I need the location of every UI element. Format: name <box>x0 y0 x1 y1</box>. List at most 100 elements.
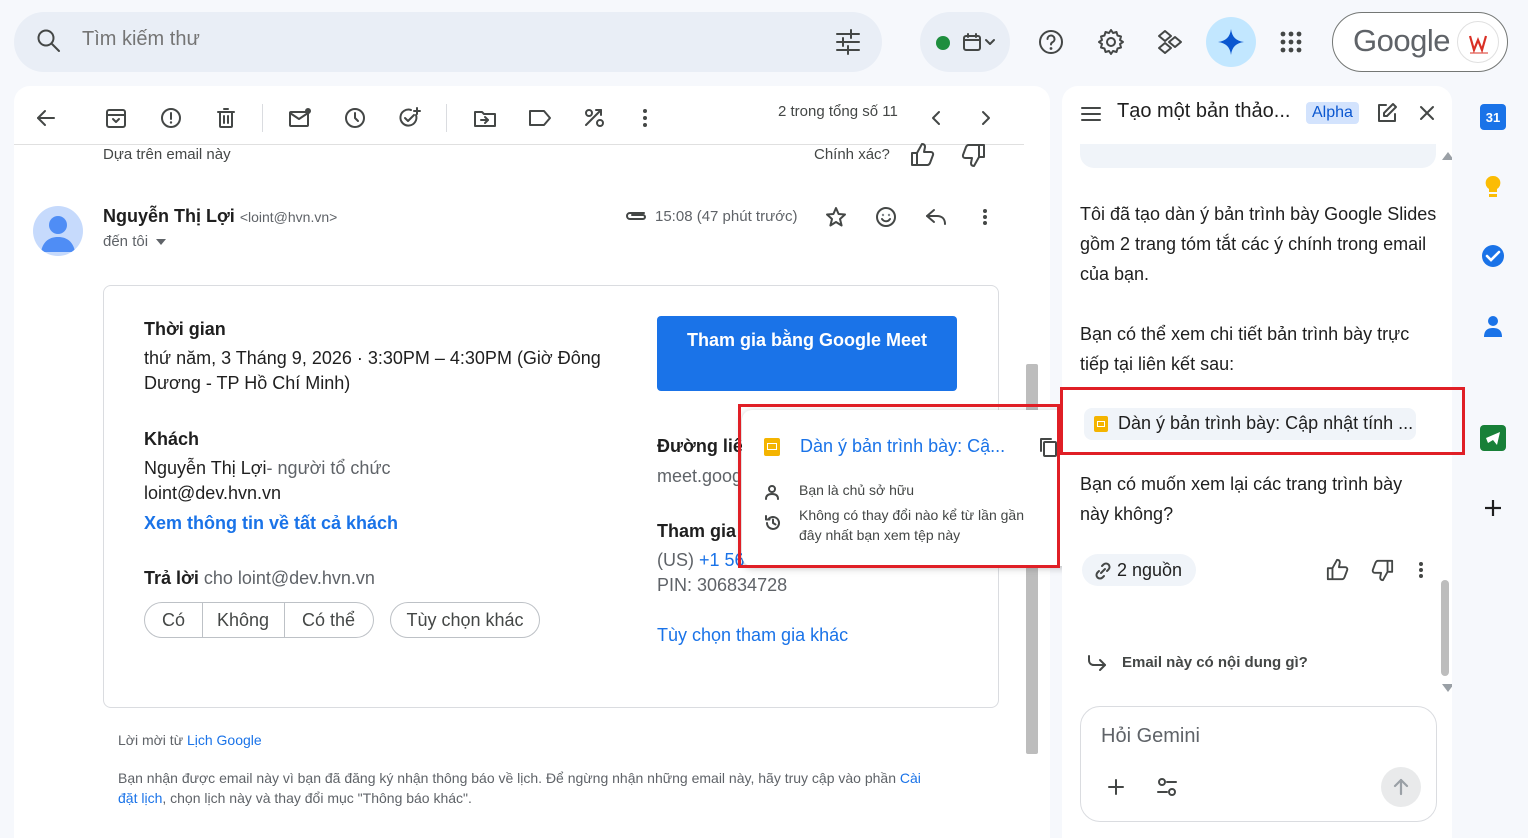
addon-app-icon[interactable] <box>1480 425 1506 451</box>
google-logo: Google <box>1353 23 1450 58</box>
scroll-up-arrow-icon[interactable] <box>1442 152 1452 160</box>
reply-icon[interactable] <box>925 207 947 227</box>
emoji-react-icon[interactable] <box>875 206 897 228</box>
archive-icon[interactable] <box>98 100 134 136</box>
response-text-l2: gồm 2 trang tóm tắt các ý chính trong em… <box>1080 234 1427 254</box>
star-icon[interactable] <box>825 206 847 228</box>
calendar-settings-link-cont[interactable]: đặt lịch <box>118 790 162 806</box>
status-dot-icon <box>936 36 950 50</box>
gemini-sparkle-icon <box>1217 28 1245 56</box>
chevron-left-icon[interactable] <box>918 100 954 136</box>
other-join-options-link[interactable]: Tùy chọn tham gia khác <box>657 625 848 646</box>
chevron-right-icon[interactable] <box>968 100 1004 136</box>
guest-name: Nguyễn Thị Lợi <box>144 458 267 478</box>
add-task-icon[interactable] <box>392 100 428 136</box>
phone-country: (US) <box>657 550 699 570</box>
settings-gear-icon[interactable] <box>1089 20 1133 64</box>
invite-source-label: Lời mời từ <box>118 732 187 748</box>
gemini-button[interactable] <box>1206 17 1256 67</box>
rsvp-maybe-button[interactable]: Có thể <box>284 602 374 638</box>
search-bar[interactable] <box>14 12 882 72</box>
recipients-label: đến tôi <box>103 233 149 250</box>
reply-to-address: cho loint@dev.hvn.vn <box>203 568 375 588</box>
reply-heading: Trả lời <box>144 568 199 588</box>
suggestion-arrow-icon <box>1086 652 1108 672</box>
account-switcher[interactable]: Google <box>1332 12 1508 72</box>
notification-notice-tail: , chọn lịch này và thay đổi mục "Thông b… <box>162 790 472 806</box>
toolbar-divider <box>262 104 263 132</box>
thumbs-up-icon[interactable] <box>910 142 936 168</box>
tasks-app-icon[interactable] <box>1480 243 1506 269</box>
mark-unread-icon[interactable] <box>282 100 318 136</box>
response-text-l1: Tôi đã tạo dàn ý bản trình bày Google Sl… <box>1080 204 1437 224</box>
panel-title: Tạo một bản thảo... <box>1117 100 1291 122</box>
time-heading: Thời gian <box>144 319 226 339</box>
add-addon-icon[interactable] <box>1480 495 1506 521</box>
close-icon[interactable] <box>1419 105 1435 121</box>
guest-role: - người tổ chức <box>266 458 391 478</box>
new-chat-edit-icon[interactable] <box>1376 102 1398 124</box>
back-arrow-icon[interactable] <box>28 100 64 136</box>
more-vert-icon[interactable] <box>627 100 663 136</box>
accuracy-question: Chính xác? <box>814 146 890 163</box>
help-icon[interactable] <box>1029 20 1073 64</box>
response-thumbs-up-icon[interactable] <box>1326 558 1350 582</box>
report-spam-icon[interactable] <box>153 100 189 136</box>
sources-chip[interactable]: 2 nguồn <box>1082 554 1196 586</box>
gemini-features-icon[interactable] <box>1148 20 1192 64</box>
scroll-down-arrow-icon[interactable] <box>1442 684 1452 692</box>
response-thumbs-down-icon[interactable] <box>1370 558 1394 582</box>
previous-message-bubble <box>1080 144 1436 168</box>
contacts-app-icon[interactable] <box>1480 313 1506 339</box>
prompt-placeholder[interactable]: Hỏi Gemini <box>1101 725 1200 748</box>
rsvp-no-button[interactable]: Không <box>202 602 285 638</box>
delete-trash-icon[interactable] <box>208 100 244 136</box>
suggested-prompt[interactable]: Email này có nội dung gì? <box>1122 654 1308 671</box>
thumbs-down-icon[interactable] <box>960 142 986 168</box>
apps-grid-icon[interactable] <box>1269 20 1313 64</box>
menu-icon[interactable] <box>1080 106 1102 122</box>
search-input[interactable] <box>82 28 782 51</box>
keep-app-icon[interactable] <box>1480 174 1506 200</box>
panel-scrollbar[interactable] <box>1441 580 1449 676</box>
google-calendar-link[interactable]: Lịch Google <box>187 732 262 748</box>
calendar-app-icon[interactable]: 31 <box>1480 104 1506 130</box>
recipients-toggle[interactable]: đến tôi <box>103 233 167 250</box>
status-selector[interactable] <box>920 12 1010 72</box>
snooze-clock-icon[interactable] <box>337 100 373 136</box>
rsvp-yes-button[interactable]: Có <box>144 602 203 638</box>
calendar-settings-link[interactable]: Cài <box>900 770 921 786</box>
sources-count: 2 nguồn <box>1117 560 1183 580</box>
sender-name[interactable]: Nguyễn Thị Lợi <box>103 206 235 226</box>
tools-icon[interactable] <box>1157 777 1177 797</box>
rsvp-more-options-button[interactable]: Tùy chọn khác <box>390 602 540 638</box>
meeting-pin: PIN: 306834728 <box>657 575 788 595</box>
join-meet-button[interactable]: Tham gia bằng Google Meet <box>657 316 957 391</box>
filter-rules-icon[interactable] <box>577 100 613 136</box>
message-more-icon[interactable] <box>982 208 988 226</box>
move-to-icon[interactable] <box>467 100 503 136</box>
response-link-intro-l1: Bạn có thể xem chi tiết bản trình bày tr… <box>1080 324 1410 344</box>
send-button[interactable] <box>1381 767 1421 807</box>
search-icon[interactable] <box>36 28 62 54</box>
org-avatar[interactable] <box>1457 21 1499 63</box>
event-time-line2: Dương - TP Hồ Chí Minh) <box>144 373 351 393</box>
attachment-icon <box>624 208 648 222</box>
add-attachment-icon[interactable] <box>1108 779 1124 795</box>
response-question-l2: này không? <box>1080 504 1174 524</box>
meeting-link[interactable]: meet.goog <box>657 466 742 487</box>
gemini-prompt-box[interactable]: Hỏi Gemini <box>1080 706 1437 822</box>
toolbar-divider-line <box>14 144 1024 145</box>
view-all-guests-link[interactable]: Xem thông tin về tất cả khách <box>144 513 398 534</box>
sender-email: <loint@hvn.vn> <box>239 209 338 225</box>
response-more-icon[interactable] <box>1418 561 1424 579</box>
sender-avatar[interactable] <box>33 206 83 256</box>
highlight-box-chip <box>1060 387 1465 455</box>
calendar-status-icon <box>962 32 982 52</box>
label-icon[interactable] <box>522 100 558 136</box>
notification-notice: Bạn nhận được email này vì bạn đã đăng k… <box>118 770 900 786</box>
chevron-down-icon <box>984 38 996 46</box>
search-options-icon[interactable] <box>834 28 862 56</box>
toolbar-divider <box>446 104 447 132</box>
ai-summary-source: Dựa trên email này <box>103 146 231 163</box>
